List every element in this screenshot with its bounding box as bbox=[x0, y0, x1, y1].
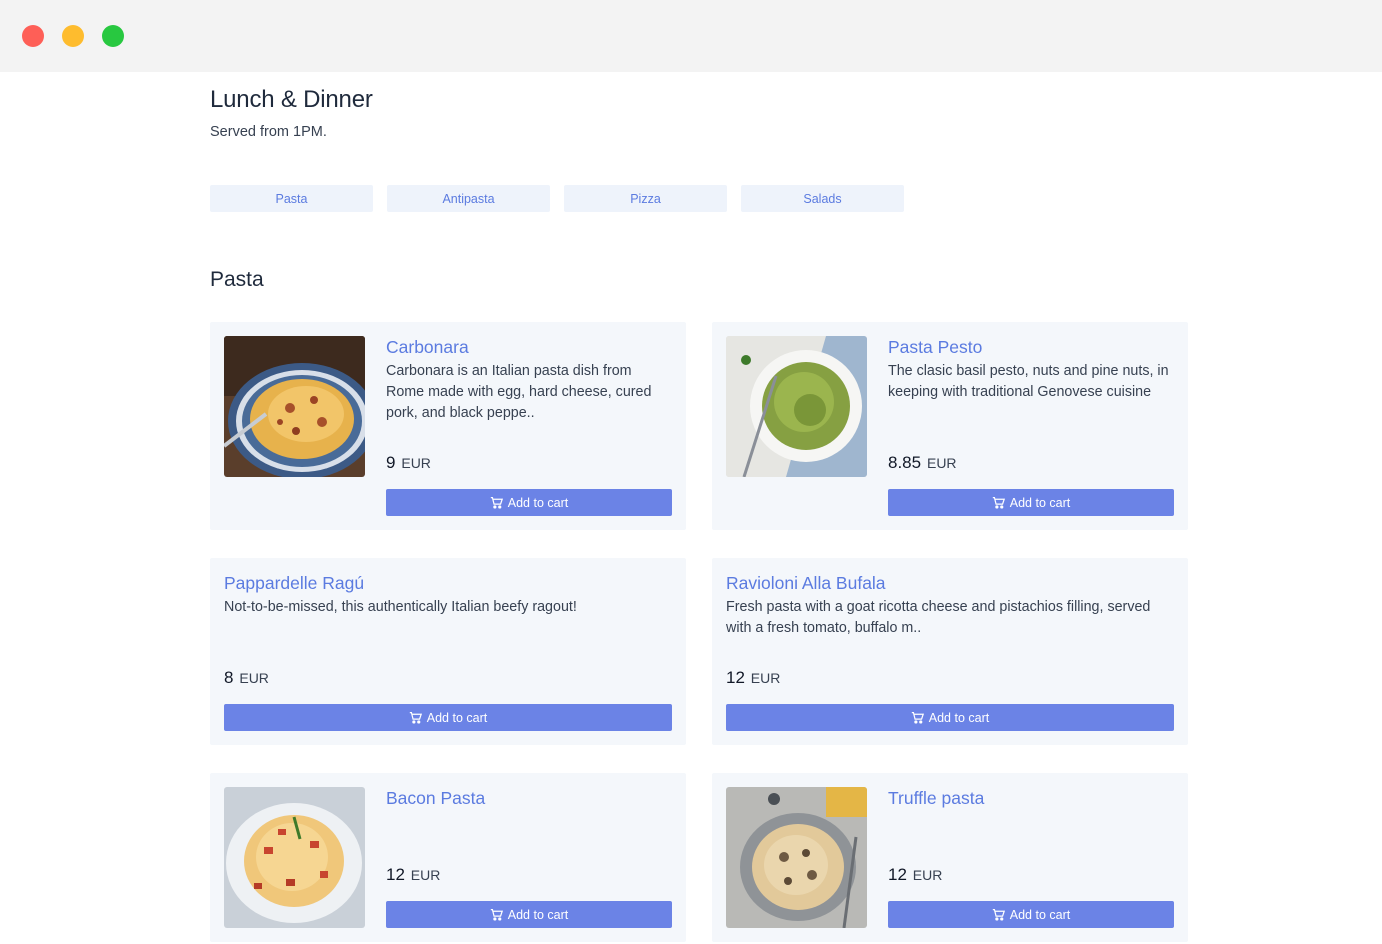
item-name[interactable]: Pappardelle Ragú bbox=[224, 572, 672, 594]
tab-salads[interactable]: Salads bbox=[741, 185, 904, 212]
item-name[interactable]: Truffle pasta bbox=[888, 787, 1174, 809]
item-description: Not-to-be-missed, this authentically Ita… bbox=[224, 599, 577, 615]
add-to-cart-button[interactable]: Add to cart bbox=[386, 901, 672, 928]
cart-icon bbox=[992, 908, 1005, 921]
cart-icon bbox=[409, 711, 422, 724]
item-description: Fresh pasta with a goat ricotta cheese a… bbox=[726, 599, 1151, 636]
carbonara-photo bbox=[224, 336, 365, 477]
menu-item-card: Bacon Pasta 12 EUR Add to cart bbox=[210, 773, 686, 942]
add-to-cart-label: Add to cart bbox=[426, 710, 488, 725]
menu-item-card: Pasta Pesto The clasic basil pesto, nuts… bbox=[712, 322, 1188, 530]
add-to-cart-button[interactable]: Add to cart bbox=[888, 489, 1174, 516]
add-to-cart-label: Add to cart bbox=[507, 907, 569, 922]
tab-pasta[interactable]: Pasta bbox=[210, 185, 373, 212]
bacon-pasta-photo bbox=[224, 787, 365, 928]
minimize-window-button[interactable] bbox=[62, 25, 84, 47]
item-price: 8.85 EUR bbox=[888, 453, 957, 472]
zoom-window-button[interactable] bbox=[102, 25, 124, 47]
item-name[interactable]: Pasta Pesto bbox=[888, 336, 1174, 358]
item-description: Carbonara is an Italian pasta dish from … bbox=[386, 363, 652, 421]
page-subtitle: Served from 1PM. bbox=[210, 124, 327, 140]
item-price: 8 EUR bbox=[224, 668, 269, 687]
pesto-photo bbox=[726, 336, 867, 477]
item-price: 12 EUR bbox=[726, 668, 781, 687]
tab-antipasta[interactable]: Antipasta bbox=[387, 185, 550, 212]
item-price: 9 EUR bbox=[386, 453, 431, 472]
category-tabs: Pasta Antipasta Pizza Salads bbox=[210, 185, 904, 212]
cart-icon bbox=[490, 908, 503, 921]
item-price: 12 EUR bbox=[386, 865, 441, 884]
menu-item-card: Pappardelle Ragú Not-to-be-missed, this … bbox=[210, 558, 686, 745]
item-name[interactable]: Carbonara bbox=[386, 336, 672, 358]
item-price: 12 EUR bbox=[888, 865, 943, 884]
cart-icon bbox=[490, 496, 503, 509]
truffle-pasta-photo bbox=[726, 787, 867, 928]
page-title: Lunch & Dinner bbox=[210, 86, 373, 113]
item-name[interactable]: Bacon Pasta bbox=[386, 787, 672, 809]
add-to-cart-label: Add to cart bbox=[928, 710, 990, 725]
menu-item-card: Ravioloni Alla Bufala Fresh pasta with a… bbox=[712, 558, 1188, 745]
add-to-cart-button[interactable]: Add to cart bbox=[888, 901, 1174, 928]
add-to-cart-label: Add to cart bbox=[507, 495, 569, 510]
section-title: Pasta bbox=[210, 268, 264, 291]
add-to-cart-button[interactable]: Add to cart bbox=[224, 704, 672, 731]
cart-icon bbox=[911, 711, 924, 724]
menu-item-card: Truffle pasta 12 EUR Add to cart bbox=[712, 773, 1188, 942]
add-to-cart-button[interactable]: Add to cart bbox=[726, 704, 1174, 731]
item-description: The clasic basil pesto, nuts and pine nu… bbox=[888, 363, 1169, 400]
add-to-cart-button[interactable]: Add to cart bbox=[386, 489, 672, 516]
close-window-button[interactable] bbox=[22, 25, 44, 47]
tab-pizza[interactable]: Pizza bbox=[564, 185, 727, 212]
item-name[interactable]: Ravioloni Alla Bufala bbox=[726, 572, 1174, 594]
add-to-cart-label: Add to cart bbox=[1009, 907, 1071, 922]
menu-item-card: Carbonara Carbonara is an Italian pasta … bbox=[210, 322, 686, 530]
add-to-cart-label: Add to cart bbox=[1009, 495, 1071, 510]
window-titlebar bbox=[0, 0, 1382, 72]
cart-icon bbox=[992, 496, 1005, 509]
